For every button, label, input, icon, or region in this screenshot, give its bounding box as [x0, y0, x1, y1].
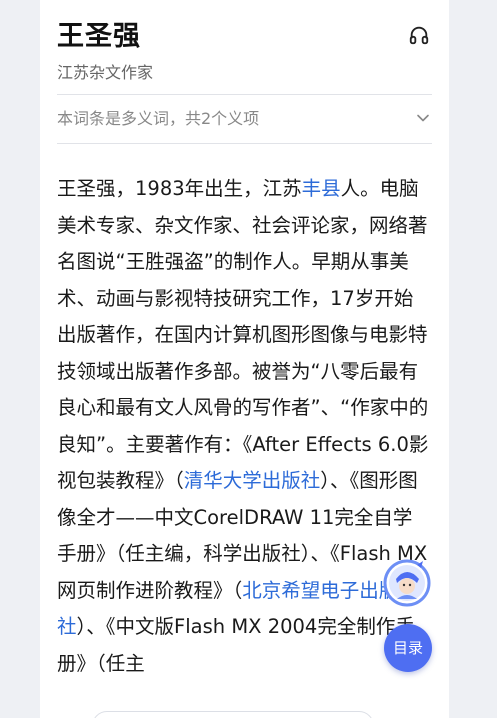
link-fengxian[interactable]: 丰县 — [302, 177, 341, 200]
bottom-bar[interactable] — [92, 711, 374, 718]
link-tsinghua-press[interactable]: 清华大学出版社 — [184, 469, 321, 492]
summary-segment: 人。电脑美术专家、杂文作家、社会评论家，网络著名图说“王胜强盗”的制作人。早期从… — [57, 177, 429, 492]
entry-page: 王圣强 江苏杂文作家 本词条是多义词，共2个义项 王圣强，1983年出生，江苏丰… — [40, 0, 449, 718]
polysemy-text: 本词条是多义词，共2个义项 — [57, 109, 260, 128]
chevron-down-icon — [417, 114, 429, 122]
polysemy-bar[interactable]: 本词条是多义词，共2个义项 — [57, 95, 432, 144]
assistant-avatar-icon[interactable] — [383, 559, 431, 607]
entry-title: 王圣强 — [57, 21, 141, 52]
summary-text: 王圣强，1983年出生，江苏丰县人。电脑美术专家、杂文作家、社会评论家，网络著名… — [57, 171, 431, 682]
toc-button[interactable]: 目录 — [384, 624, 432, 672]
entry-header: 王圣强 江苏杂文作家 — [57, 18, 432, 84]
summary-segment: 王圣强，1983年出生，江苏 — [57, 177, 302, 200]
headphones-icon[interactable] — [408, 24, 430, 46]
entry-subtitle: 江苏杂文作家 — [57, 63, 154, 82]
summary-segment: ）、《中文版Flash MX 2004完全制作手册》（任主 — [57, 615, 415, 675]
